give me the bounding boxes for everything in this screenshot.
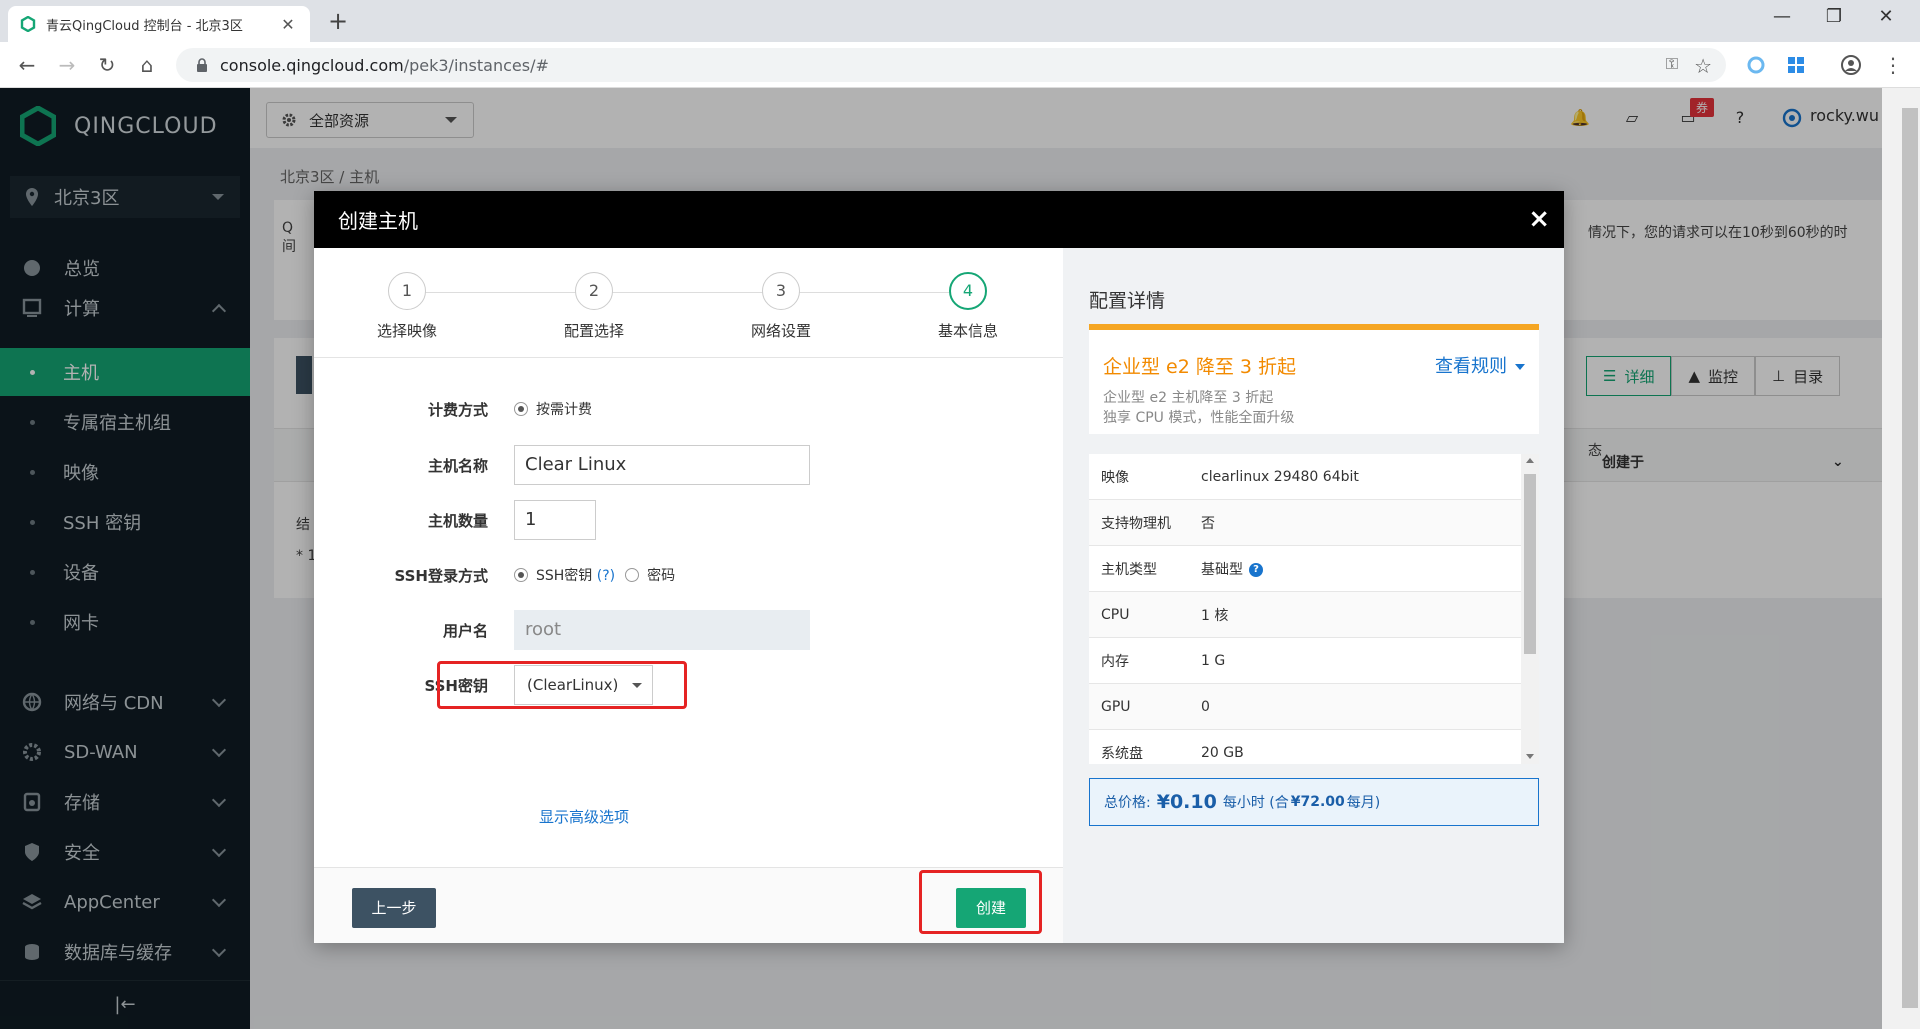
count-label: 主机数量 xyxy=(427,511,488,530)
steps-connector xyxy=(406,292,966,293)
browser-menu-icon[interactable]: ⋮ xyxy=(1880,52,1906,78)
highlight-box-ssh-key xyxy=(437,661,687,709)
back-icon[interactable]: ← xyxy=(14,52,40,78)
price-hourly: ¥0.10 xyxy=(1156,791,1217,813)
spec-row: 支持物理机否 xyxy=(1089,500,1521,546)
close-icon[interactable]: × xyxy=(1528,205,1550,233)
window-maximize-button[interactable]: ❐ xyxy=(1814,6,1854,27)
home-icon[interactable]: ⌂ xyxy=(134,52,160,78)
price-hourly-unit: 每小时 (合 xyxy=(1222,795,1289,811)
login-method-label: SSH登录方式 xyxy=(394,566,489,585)
instance-name-input[interactable]: Clear Linux xyxy=(514,445,810,485)
create-instance-dialog: 创建主机 × 1 选择映像 2 配置选择 3 网络设置 4 基本信息 计费方式 xyxy=(314,191,1564,943)
spec-row: 内存 1 G xyxy=(1089,638,1521,684)
ssh-help-link[interactable]: (?) xyxy=(597,568,615,584)
dialog-header: 创建主机 × xyxy=(314,191,1564,248)
info-icon[interactable]: ? xyxy=(1249,562,1263,577)
price-monthly: ¥72.00 xyxy=(1290,794,1345,810)
scroll-up-icon[interactable] xyxy=(1526,458,1534,463)
browser-tabbar: 青云QingCloud 控制台 - 北京3区 ✕ + — ❐ ✕ xyxy=(0,0,1920,42)
profile-icon[interactable] xyxy=(1840,54,1862,76)
step-configuration[interactable]: 2 配置选择 xyxy=(519,272,669,341)
browser-toolbar: ← → ↻ ⌂ console.qingcloud.com/pek3/insta… xyxy=(0,42,1920,88)
lock-icon xyxy=(197,58,207,72)
step-number: 4 xyxy=(949,272,987,310)
config-summary-panel: 配置详情 企业型 e2 降至 3 折起 查看规则 企业型 e2 主机降至 3 折… xyxy=(1063,248,1564,943)
login-ssh-label: SSH密钥 (?) xyxy=(536,568,616,584)
address-bar[interactable]: console.qingcloud.com/pek3/instances/# ⚿… xyxy=(176,48,1726,82)
key-icon[interactable]: ⚿ xyxy=(1666,54,1678,74)
dialog-title: 创建主机 xyxy=(338,209,418,233)
page-scrollbar[interactable] xyxy=(1882,88,1920,1029)
login-password-label: 密码 xyxy=(647,568,676,584)
price-label: 总价格: xyxy=(1104,795,1151,811)
step-number: 2 xyxy=(575,272,613,310)
billing-ondemand-radio[interactable] xyxy=(514,402,528,416)
tab-close-icon[interactable]: ✕ xyxy=(278,15,298,34)
step-basic-info[interactable]: 4 基本信息 xyxy=(893,272,1043,341)
step-network[interactable]: 3 网络设置 xyxy=(706,272,856,341)
reload-icon[interactable]: ↻ xyxy=(94,52,120,78)
spec-row: CPU 1 核 xyxy=(1089,592,1521,638)
config-title: 配置详情 xyxy=(1089,290,1166,312)
scrollbar-thumb[interactable] xyxy=(1902,108,1918,1008)
step-label: 网络设置 xyxy=(750,322,811,340)
windows-extension-icon[interactable] xyxy=(1785,54,1807,76)
window-minimize-button[interactable]: — xyxy=(1762,6,1802,27)
scrollbar-thumb[interactable] xyxy=(1524,474,1536,654)
window-close-button[interactable]: ✕ xyxy=(1866,6,1906,27)
url-path: /pek3/instances/# xyxy=(403,55,549,75)
promo-card: 企业型 e2 降至 3 折起 查看规则 企业型 e2 主机降至 3 折起 独享 … xyxy=(1089,324,1539,434)
price-monthly-unit: 每月) xyxy=(1346,795,1381,811)
username-label: 用户名 xyxy=(442,621,488,640)
spec-scrollbar[interactable] xyxy=(1521,454,1539,764)
step-label: 配置选择 xyxy=(563,322,624,340)
dialog-footer: 上一步 创建 xyxy=(314,867,1063,943)
promo-description: 企业型 e2 主机降至 3 折起 独享 CPU 模式，性能全面升级 xyxy=(1103,390,1295,426)
billing-ondemand-label: 按需计费 xyxy=(536,402,592,418)
new-tab-button[interactable]: + xyxy=(324,8,352,34)
forward-icon[interactable]: → xyxy=(54,52,80,78)
show-advanced-options-link[interactable]: 显示高级选项 xyxy=(539,806,629,827)
step-select-image[interactable]: 1 选择映像 xyxy=(332,272,482,341)
login-ssh-radio[interactable] xyxy=(514,568,528,582)
instance-count-input[interactable]: 1 xyxy=(514,500,596,540)
login-password-radio[interactable] xyxy=(625,568,640,582)
step-number: 1 xyxy=(388,272,426,310)
chevron-down-icon xyxy=(1515,364,1525,370)
highlight-box-create xyxy=(919,870,1042,934)
wizard-steps: 1 选择映像 2 配置选择 3 网络设置 4 基本信息 xyxy=(314,248,1063,358)
spec-row: 映像 clearlinux 29480 64bit xyxy=(1089,454,1521,500)
spec-row: 主机类型 基础型? xyxy=(1089,546,1521,592)
billing-row: 计费方式 按需计费 xyxy=(314,388,1063,430)
ssh-key-row: SSH密钥 (ClearLinux) xyxy=(314,664,1063,706)
count-row: 主机数量 1 xyxy=(314,499,1063,541)
scroll-down-icon[interactable] xyxy=(1526,754,1534,759)
extension-ring-icon[interactable] xyxy=(1745,54,1767,76)
billing-label: 计费方式 xyxy=(427,400,488,419)
step-number: 3 xyxy=(762,272,800,310)
login-method-row: SSH登录方式 SSH密钥 (?) 密码 xyxy=(314,554,1063,596)
name-label: 主机名称 xyxy=(427,456,488,475)
name-row: 主机名称 Clear Linux xyxy=(314,444,1063,486)
username-row: 用户名 root xyxy=(314,609,1063,651)
spec-row: 系统盘 20 GB xyxy=(1089,730,1521,764)
total-price-box: 总价格: ¥0.10 每小时 (合 ¥72.00 每月) xyxy=(1089,778,1539,826)
tab-title: 青云QingCloud 控制台 - 北京3区 xyxy=(46,18,243,34)
qingcloud-favicon-icon xyxy=(20,16,36,32)
step-label: 基本信息 xyxy=(937,322,998,340)
bookmark-star-icon[interactable]: ☆ xyxy=(1694,54,1712,78)
step-label: 选择映像 xyxy=(376,322,437,340)
dialog-form-panel: 1 选择映像 2 配置选择 3 网络设置 4 基本信息 计费方式 按需计费 主机… xyxy=(314,248,1063,943)
spec-table: 映像 clearlinux 29480 64bit 支持物理机否 主机类型 基础型?… xyxy=(1089,454,1539,764)
previous-step-button[interactable]: 上一步 xyxy=(352,888,436,928)
username-input: root xyxy=(514,610,810,650)
url-host: console.qingcloud.com xyxy=(220,55,404,75)
spec-row: GPU 0 xyxy=(1089,684,1521,730)
promo-title: 企业型 e2 降至 3 折起 xyxy=(1103,356,1297,378)
promo-rules-link[interactable]: 查看规则 xyxy=(1435,352,1525,378)
browser-tab[interactable]: 青云QingCloud 控制台 - 北京3区 ✕ xyxy=(8,6,310,42)
